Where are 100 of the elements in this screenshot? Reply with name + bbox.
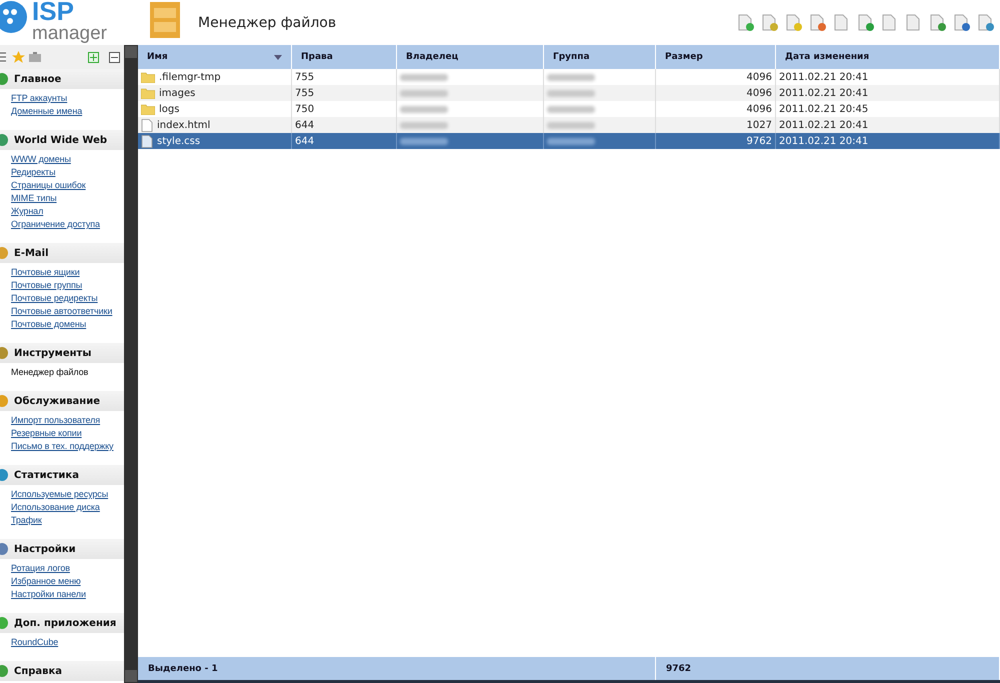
collapse-icon[interactable] bbox=[109, 52, 120, 62]
logo-subtext: manager bbox=[32, 24, 107, 43]
document-icon[interactable] bbox=[856, 12, 876, 32]
redacted-mark bbox=[547, 138, 595, 144]
document-icon[interactable] bbox=[976, 12, 996, 32]
table-cell: 644 bbox=[292, 117, 397, 133]
briefcase-icon[interactable] bbox=[29, 51, 41, 63]
column-header[interactable]: Размер bbox=[656, 45, 776, 69]
redacted-mark bbox=[400, 74, 448, 80]
section-icon bbox=[0, 395, 8, 407]
nav-link[interactable]: Почтовые ящики bbox=[0, 266, 124, 279]
table-cell: 1027 bbox=[656, 117, 776, 133]
document-icon[interactable] bbox=[952, 12, 972, 32]
nav-link[interactable]: Избранное меню bbox=[0, 575, 124, 588]
file-icon bbox=[141, 134, 153, 148]
nav-link[interactable]: Почтовые группы bbox=[0, 279, 124, 292]
section-header[interactable]: Обслуживание bbox=[0, 391, 124, 411]
document-icon[interactable] bbox=[928, 12, 948, 32]
file-name: index.html bbox=[157, 120, 210, 130]
nav-link[interactable]: Письмо в тех. поддержку bbox=[0, 440, 124, 453]
redacted-mark bbox=[547, 90, 595, 96]
table-cell: 2011.02.21 20:41 bbox=[776, 85, 1000, 101]
table-cell: 9762 bbox=[656, 133, 776, 149]
table-cell: 644 bbox=[292, 133, 397, 149]
section-icon bbox=[0, 665, 8, 677]
name-cell[interactable]: images bbox=[138, 85, 292, 101]
star-icon[interactable] bbox=[12, 50, 25, 64]
nav-link[interactable]: Доменные имена bbox=[0, 105, 124, 118]
section-icon bbox=[0, 247, 8, 259]
nav-link[interactable]: Журнал bbox=[0, 205, 124, 218]
document-icon[interactable] bbox=[760, 12, 780, 32]
column-header[interactable]: Имя bbox=[138, 45, 292, 69]
file-name: .filemgr-tmp bbox=[159, 72, 221, 82]
nav-link[interactable]: Редиректы bbox=[0, 166, 124, 179]
section-icon bbox=[0, 347, 8, 359]
column-header[interactable]: Группа bbox=[544, 45, 656, 69]
section-icon bbox=[0, 543, 8, 555]
redacted-mark bbox=[547, 106, 595, 112]
table-cell: 4096 bbox=[656, 85, 776, 101]
section-icon bbox=[0, 73, 8, 85]
table-cell: 2011.02.21 20:41 bbox=[776, 117, 1000, 133]
section-header[interactable]: Настройки bbox=[0, 539, 124, 559]
redacted-mark bbox=[400, 138, 448, 144]
column-header[interactable]: Владелец bbox=[397, 45, 544, 69]
file-name: logs bbox=[159, 104, 180, 114]
document-icon[interactable] bbox=[808, 12, 828, 32]
section-header[interactable]: World Wide Web bbox=[0, 130, 124, 150]
section-header[interactable]: Доп. приложения bbox=[0, 613, 124, 633]
section-header[interactable]: Инструменты bbox=[0, 343, 124, 363]
dropdown-caret-icon[interactable] bbox=[274, 54, 282, 60]
redacted-mark bbox=[400, 106, 448, 112]
section-icon bbox=[0, 469, 8, 481]
folder-icon bbox=[141, 104, 155, 114]
nav-link[interactable]: Используемые ресурсы bbox=[0, 488, 124, 501]
nav-link[interactable]: Ротация логов bbox=[0, 562, 124, 575]
document-icon[interactable] bbox=[736, 12, 756, 32]
list-icon[interactable] bbox=[0, 51, 8, 63]
column-header[interactable]: Дата изменения bbox=[776, 45, 1000, 69]
file-icon bbox=[141, 118, 153, 132]
nav-link[interactable]: MIME типы bbox=[0, 192, 124, 205]
logo-text: ISP bbox=[32, 0, 75, 24]
redacted-mark bbox=[547, 122, 595, 128]
section-header[interactable]: E-Mail bbox=[0, 243, 124, 263]
document-icon[interactable] bbox=[784, 12, 804, 32]
nav-link[interactable]: Настройки панели bbox=[0, 588, 124, 601]
page-title: Менеджер файлов bbox=[198, 14, 336, 30]
folder-icon bbox=[141, 88, 155, 98]
nav-link[interactable]: Трафик bbox=[0, 514, 124, 527]
column-header[interactable]: Права bbox=[292, 45, 397, 69]
nav-link[interactable]: Менеджер файлов bbox=[0, 366, 124, 379]
nav-link[interactable]: Почтовые автоответчики bbox=[0, 305, 124, 318]
file-name: style.css bbox=[157, 136, 200, 146]
name-cell[interactable]: index.html bbox=[138, 117, 292, 133]
nav-link[interactable]: RoundCube bbox=[0, 636, 124, 649]
name-cell[interactable]: .filemgr-tmp bbox=[138, 69, 292, 85]
nav-link[interactable]: FTP аккаунты bbox=[0, 92, 124, 105]
nav-link[interactable]: Почтовые домены bbox=[0, 318, 124, 331]
section-header[interactable]: Главное bbox=[0, 69, 124, 89]
status-size: 9762 bbox=[656, 657, 1000, 680]
section-header[interactable]: Статистика bbox=[0, 465, 124, 485]
status-selected: Выделено - 1 bbox=[138, 657, 656, 680]
nav-link[interactable]: Резервные копии bbox=[0, 427, 124, 440]
nav-link[interactable]: Использование диска bbox=[0, 501, 124, 514]
nav-link[interactable]: WWW домены bbox=[0, 153, 124, 166]
redacted-mark bbox=[547, 74, 595, 80]
expand-icon[interactable] bbox=[88, 52, 99, 62]
section-icon bbox=[0, 134, 8, 146]
nav-link[interactable]: Почтовые редиректы bbox=[0, 292, 124, 305]
file-name: images bbox=[159, 88, 196, 98]
table-cell: 755 bbox=[292, 85, 397, 101]
nav-link[interactable]: Страницы ошибок bbox=[0, 179, 124, 192]
nav-link[interactable]: Ограничение доступа bbox=[0, 218, 124, 231]
redacted-mark bbox=[400, 90, 448, 96]
redacted-mark bbox=[400, 122, 448, 128]
section-header[interactable]: Справка bbox=[0, 661, 124, 681]
folder-icon bbox=[141, 72, 155, 82]
name-cell[interactable]: style.css bbox=[138, 133, 292, 149]
section-icon bbox=[0, 617, 8, 629]
table-cell: 2011.02.21 20:41 bbox=[776, 133, 1000, 149]
nav-link[interactable]: Импорт пользователя bbox=[0, 414, 124, 427]
